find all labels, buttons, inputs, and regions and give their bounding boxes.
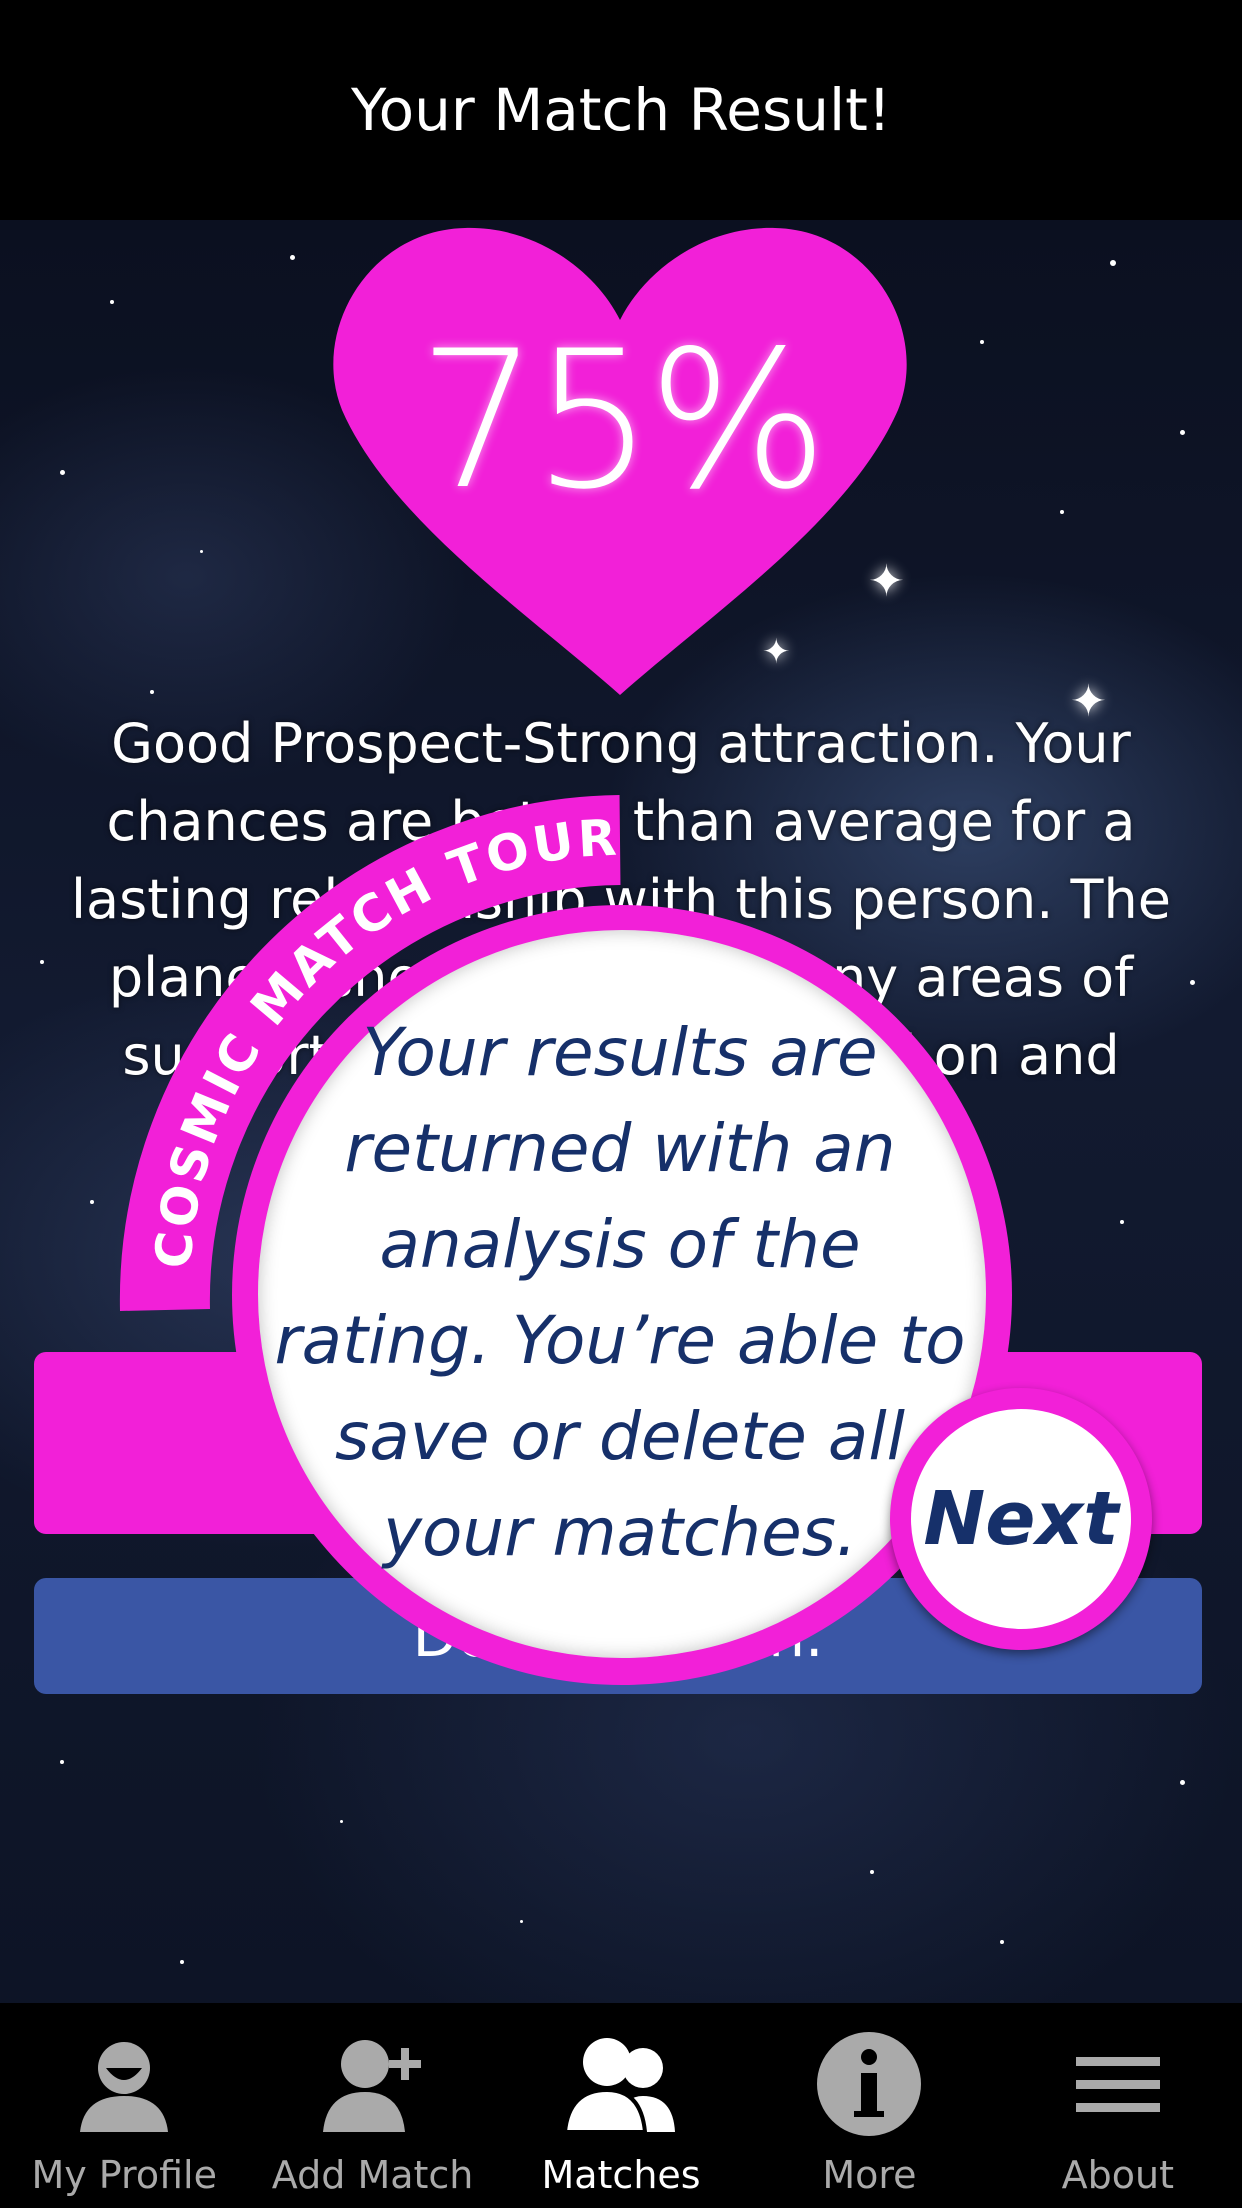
match-percentage: 75% [417,310,828,531]
add-person-icon [313,2029,433,2139]
info-icon [809,2029,929,2139]
tab-label: About [1061,2153,1174,2197]
tab-label: My Profile [31,2153,217,2197]
tour-next-label: Next [911,1409,1131,1629]
menu-icon [1058,2029,1178,2139]
header-bar: Your Match Result! [0,0,1242,220]
tab-label: Matches [541,2153,701,2197]
tab-more[interactable]: More [745,2003,993,2208]
page-title: Your Match Result! [350,76,892,144]
tab-about[interactable]: About [994,2003,1242,2208]
tab-bar: My Profile Add Match Matches More About [0,2003,1242,2208]
tab-matches[interactable]: Matches [497,2003,745,2208]
tour-next-button[interactable]: Next [890,1388,1152,1650]
tab-label: More [822,2153,917,2197]
tab-label: Add Match [271,2153,474,2197]
tour-message: Your results are returned with an analys… [274,1014,966,1571]
tab-add-match[interactable]: Add Match [248,2003,496,2208]
tab-my-profile[interactable]: My Profile [0,2003,248,2208]
person-icon [64,2029,184,2139]
people-icon [561,2029,681,2139]
